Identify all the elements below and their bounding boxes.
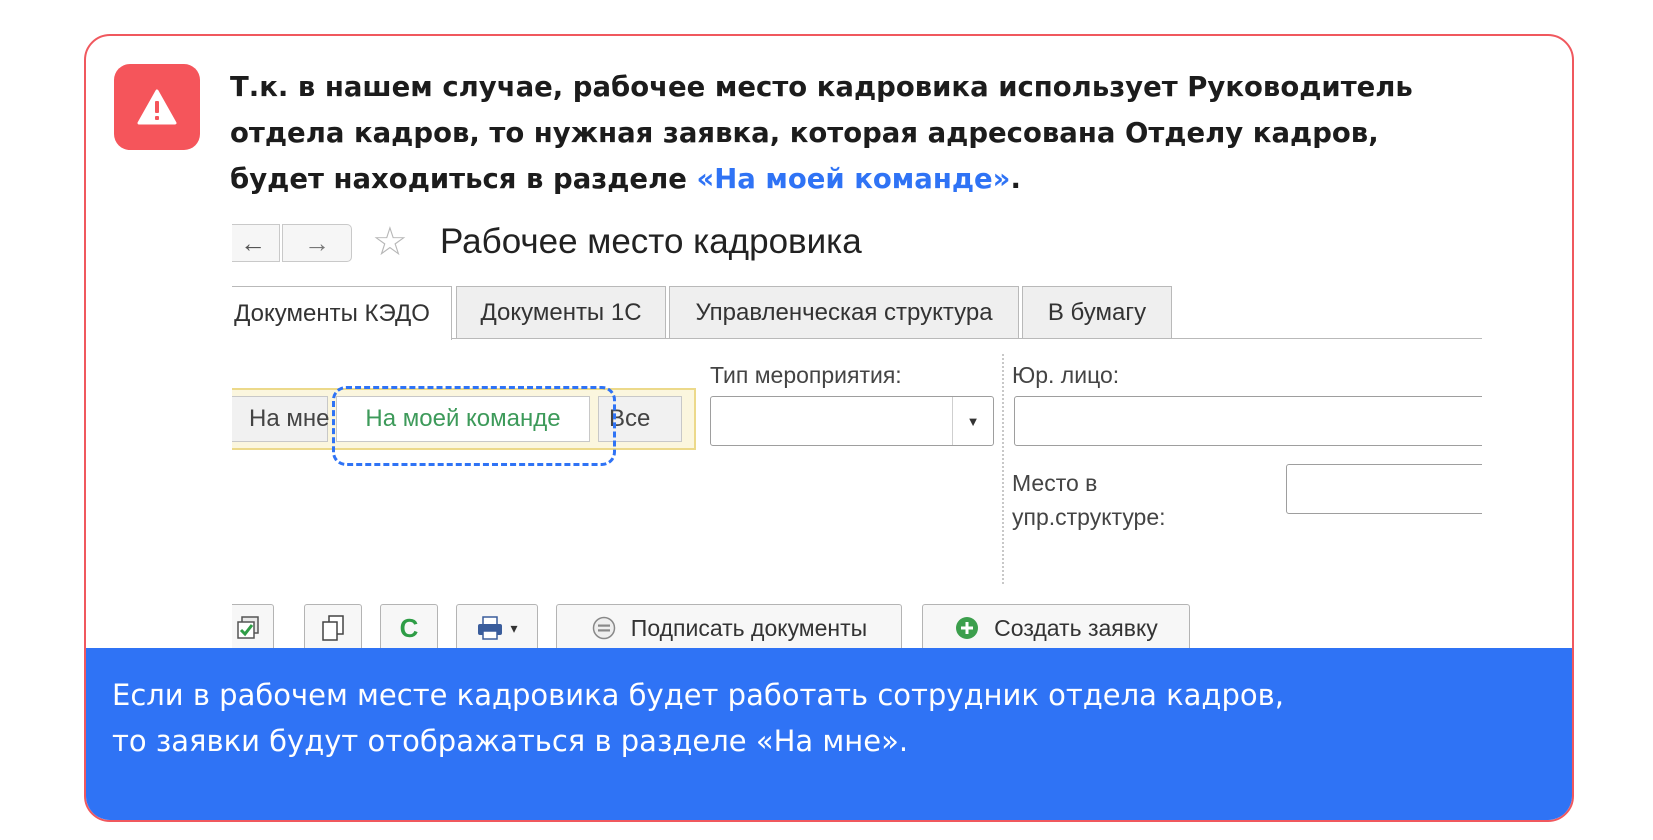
- warning-badge: [114, 64, 200, 150]
- filter-my-team-button[interactable]: На моей команде: [336, 396, 590, 442]
- info-footer: Если в рабочем месте кадровика будет раб…: [86, 648, 1572, 820]
- tab-documents-1c[interactable]: Документы 1С: [456, 286, 666, 338]
- copy-icon: [322, 615, 344, 641]
- favorite-star-icon[interactable]: ☆: [372, 220, 408, 264]
- printer-icon: [478, 616, 503, 640]
- create-request-button[interactable]: Создать заявку: [922, 604, 1190, 652]
- message-line: будет находиться в разделе «На моей кома…: [230, 156, 1550, 202]
- chevron-down-icon: ▾: [510, 619, 518, 636]
- filter-all-button[interactable]: Все: [598, 396, 682, 442]
- position-label: Место в: [1012, 470, 1098, 496]
- message-line: отдела кадров, то нужная заявка, которая…: [230, 117, 1379, 149]
- assignment-filter: На мне На моей команде Все: [232, 388, 696, 450]
- legal-entity-label: Юр. лицо:: [1012, 362, 1120, 388]
- tab-documents-kedo[interactable]: Документы КЭДО: [232, 286, 452, 340]
- chevron-down-icon[interactable]: ▼: [952, 397, 993, 445]
- section-highlight: «На моей команде»: [696, 163, 1011, 195]
- event-type-select[interactable]: ▼: [710, 396, 994, 446]
- plus-circle-icon: [956, 617, 979, 639]
- legal-entity-field[interactable]: [1014, 396, 1482, 446]
- callout-message: Т.к. в нашем случае, рабочее место кадро…: [230, 64, 1550, 202]
- position-field[interactable]: [1286, 464, 1482, 514]
- refresh-icon: C: [399, 612, 419, 643]
- copy-button[interactable]: [304, 604, 362, 652]
- back-button[interactable]: ←: [232, 224, 280, 262]
- message-suffix: .: [1010, 163, 1021, 195]
- tab-to-paper[interactable]: В бумагу: [1022, 286, 1172, 338]
- message-line: Т.к. в нашем случае, рабочее место кадро…: [230, 71, 1413, 103]
- column-divider: [1002, 354, 1004, 584]
- sign-documents-button[interactable]: Подписать документы: [556, 604, 902, 652]
- footer-line: Если в рабочем месте кадровика будет раб…: [112, 678, 1284, 712]
- window-title: Рабочее место кадровика: [440, 222, 862, 261]
- event-type-label: Тип мероприятия:: [710, 362, 902, 388]
- filter-on-me-button[interactable]: На мне: [232, 396, 329, 442]
- sign-documents-label: Подписать документы: [630, 614, 868, 641]
- position-label-line2: упр.структуре:: [1012, 504, 1166, 530]
- print-button[interactable]: ▾: [456, 604, 538, 652]
- callout-card: Т.к. в нашем случае, рабочее место кадро…: [84, 34, 1574, 822]
- tab-management-structure[interactable]: Управленческая структура: [669, 286, 1019, 338]
- tab-bar: Документы КЭДО Документы 1С Управленческ…: [232, 286, 1482, 340]
- message-line-text: будет находиться в разделе: [230, 163, 697, 195]
- forward-button[interactable]: →: [282, 224, 352, 262]
- refresh-button[interactable]: C: [380, 604, 438, 652]
- footer-line: то заявки будут отображаться в разделе «…: [112, 724, 909, 758]
- select-all-button[interactable]: [232, 604, 274, 652]
- app-screenshot: ← → ☆ Рабочее место кадровика Документы …: [232, 214, 1482, 654]
- sign-icon: [592, 616, 616, 640]
- warning-triangle-icon: [137, 89, 177, 125]
- create-request-label: Создать заявку: [994, 614, 1158, 641]
- checklist-icon: [237, 616, 259, 639]
